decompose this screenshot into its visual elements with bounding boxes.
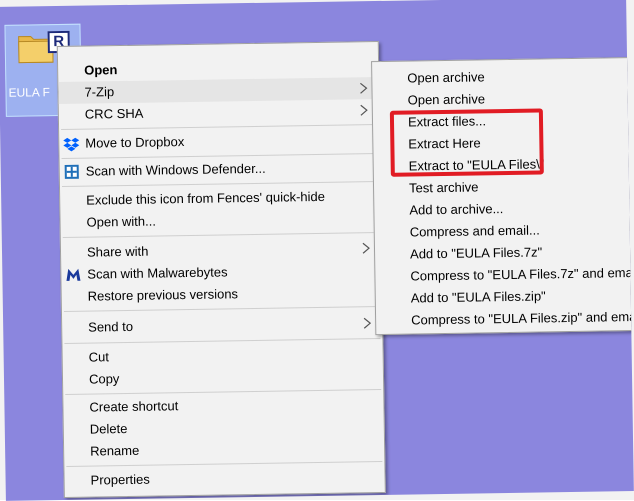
submenu-item-label: Compress to "EULA Files.7z" and email bbox=[410, 264, 634, 284]
submenu-item-label: Add to "EULA Files.7z" bbox=[409, 244, 543, 262]
chevron-right-icon bbox=[363, 317, 372, 329]
menu-item-label: Rename bbox=[90, 442, 140, 459]
menu-item-label: CRC SHA bbox=[84, 105, 144, 122]
submenu-item-label: Extract to "EULA Files\" bbox=[408, 156, 545, 174]
submenu-item-label: Add to "EULA Files.zip" bbox=[410, 288, 546, 306]
submenu-item-label: Compress and email... bbox=[409, 222, 540, 240]
menu-item-rename[interactable]: Rename bbox=[64, 436, 384, 463]
menu-item-label: Open with... bbox=[86, 213, 157, 230]
menu-item-send-to[interactable]: Send to bbox=[62, 312, 382, 339]
submenu-item-label: Test archive bbox=[408, 179, 479, 196]
menu-item-label: Create shortcut bbox=[89, 398, 179, 415]
menu-item-label: Copy bbox=[88, 371, 120, 387]
menu-item-label: Share with bbox=[86, 243, 149, 260]
menu-item-open-with[interactable]: Open with... bbox=[60, 207, 380, 234]
menu-item-restore-versions[interactable]: Restore previous versions bbox=[62, 281, 382, 308]
menu-item-properties[interactable]: Properties bbox=[64, 465, 384, 492]
submenu-item-label: Extract Here bbox=[408, 135, 481, 152]
desktop: R EULA F Open 7-Zip CRC SHA Move to Drop… bbox=[0, 0, 634, 501]
dropbox-icon bbox=[63, 137, 80, 152]
chevron-right-icon bbox=[360, 104, 368, 116]
context-menu: Open 7-Zip CRC SHA Move to Dropbox Scan bbox=[56, 40, 386, 498]
menu-item-copy[interactable]: Copy bbox=[63, 364, 383, 391]
chevron-right-icon bbox=[362, 242, 370, 254]
menu-item-label: Scan with Windows Defender... bbox=[85, 160, 266, 179]
menu-item-label: Properties bbox=[90, 471, 150, 488]
menu-item-label: Open bbox=[84, 62, 118, 78]
submenu-item-compress-zip-email[interactable]: Compress to "EULA Files.zip" and email bbox=[376, 306, 634, 332]
menu-item-windows-defender[interactable]: Scan with Windows Defender... bbox=[60, 156, 380, 183]
menu-item-label: Scan with Malwarebytes bbox=[87, 264, 228, 282]
menu-item-dropbox[interactable]: Move to Dropbox bbox=[59, 128, 379, 155]
menu-item-label: Send to bbox=[88, 318, 134, 335]
malwarebytes-icon bbox=[66, 268, 81, 281]
submenu-item-label: Open archive bbox=[407, 91, 486, 108]
menu-item-label: Delete bbox=[89, 420, 128, 437]
menu-item-label: Exclude this icon from Fences' quick-hid… bbox=[86, 188, 326, 208]
menu-item-crc-sha[interactable]: CRC SHA bbox=[59, 99, 379, 126]
chevron-right-icon bbox=[360, 82, 368, 94]
submenu-item-label: Open archive bbox=[407, 69, 485, 86]
menu-item-label: Move to Dropbox bbox=[85, 134, 185, 151]
submenu-item-label: Compress to "EULA Files.zip" and email bbox=[411, 308, 634, 328]
defender-shield-icon bbox=[64, 164, 79, 179]
menu-item-label: Restore previous versions bbox=[87, 286, 239, 304]
menu-item-label: Cut bbox=[88, 349, 110, 365]
submenu-item-label: Add to archive... bbox=[409, 201, 504, 218]
7zip-submenu: Open archive Open archive Extract files.… bbox=[371, 57, 634, 336]
submenu-item-label: Extract files... bbox=[407, 113, 487, 130]
menu-item-label: 7-Zip bbox=[84, 84, 115, 100]
